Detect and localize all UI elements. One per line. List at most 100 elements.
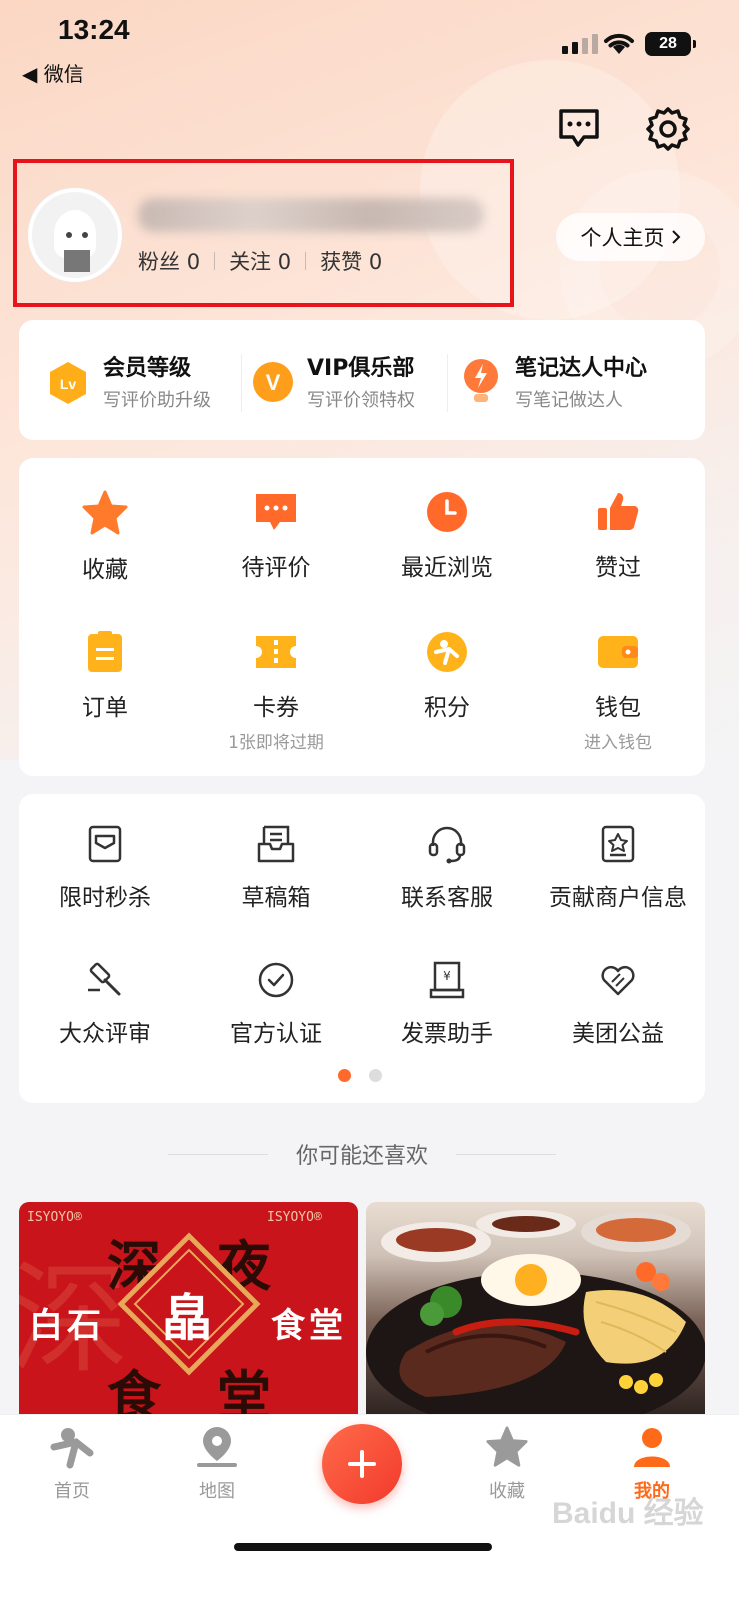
homepage-label: 个人主页 [580, 226, 665, 250]
settings-gear-icon[interactable] [644, 105, 692, 153]
clock-icon [427, 492, 467, 532]
tab-label: 地图 [199, 1481, 235, 1502]
member-level-item[interactable]: Lv 会员等级 写评价助升级 [47, 350, 247, 420]
grid-label: 收藏 [82, 557, 128, 583]
tab-label: 首页 [54, 1481, 90, 1502]
invoice-icon: ¥ [429, 961, 465, 999]
lightbulb-badge-icon [464, 359, 498, 402]
grid-item-drafts[interactable]: 草稿箱 [190, 824, 362, 912]
grid-item-flash-sale[interactable]: 限时秒杀 [19, 824, 191, 912]
grid-label: 限时秒杀 [59, 885, 151, 911]
back-to-wechat[interactable]: ◀ 微信 [22, 58, 84, 87]
wallet-entry-note: 进入钱包 [584, 733, 652, 753]
vip-subtitle: 写笔记做达人 [515, 390, 623, 411]
vip-badge-icon: V [253, 362, 293, 402]
tab-favorites[interactable]: 收藏 [457, 1425, 557, 1503]
homepage-button[interactable]: 个人主页 [556, 213, 705, 261]
page-indicator [338, 1069, 382, 1082]
page-dot[interactable] [369, 1069, 382, 1082]
services-card: 限时秒杀 草稿箱 联系客服 贡献商户信息 大众评审 官方认证 ¥ 发票助手 美团… [19, 794, 705, 1103]
membership-card: Lv 会员等级 写评价助升级 V VIP俱乐部 写评价领特权 笔记达人中心 写笔… [19, 320, 705, 440]
recommend-card-restaurant[interactable]: 深 ISYOYO® ISYOYO® 深 夜 皛 白 石 食 堂 食 堂 [19, 1202, 358, 1417]
home-mascot-icon [50, 1428, 94, 1469]
grid-label: 草稿箱 [241, 885, 311, 911]
battery-indicator: 28 [645, 32, 696, 56]
svg-text:V: V [266, 370, 281, 395]
vip-subtitle: 写评价助升级 [103, 390, 211, 411]
grid-label: 赞过 [595, 555, 641, 581]
wallet-icon [598, 636, 638, 668]
grid-label: 联系客服 [401, 885, 493, 911]
grid-label: 卡券 [253, 695, 299, 721]
grid-item-pending-review[interactable]: 待评价 [190, 490, 362, 582]
vip-club-item[interactable]: V VIP俱乐部 写评价领特权 [251, 350, 451, 420]
grid-item-liked[interactable]: 赞过 [532, 490, 704, 582]
svg-text:¥: ¥ [443, 969, 451, 983]
star-tab-icon [486, 1426, 528, 1467]
poster-char: 食 [107, 1364, 161, 1417]
headset-icon [428, 826, 466, 864]
poster-center-char: 皛 [162, 1288, 212, 1347]
watermark: Baidu 经验 [552, 1497, 704, 1530]
merchant-info-icon [601, 825, 635, 863]
tab-map[interactable]: 地图 [167, 1425, 267, 1503]
tab-label: 收藏 [489, 1481, 525, 1502]
grid-item-favorites[interactable]: 收藏 [19, 490, 191, 584]
thumbs-up-icon [598, 493, 639, 530]
coupon-icon [256, 636, 296, 668]
tab-home[interactable]: 首页 [22, 1425, 122, 1503]
divider [241, 354, 242, 412]
order-icon [88, 631, 122, 672]
grid-label: 订单 [82, 695, 128, 721]
drafts-icon [257, 825, 295, 863]
grid-item-customer-service[interactable]: 联系客服 [361, 824, 533, 912]
wifi-icon [604, 33, 634, 54]
status-bar: 13:24 ◀ 微信 28 [0, 0, 739, 90]
grid-item-invoice[interactable]: ¥ 发票助手 [361, 960, 533, 1048]
vip-title: 笔记达人中心 [515, 356, 648, 381]
message-icon[interactable] [556, 105, 602, 151]
grid-label: 最近浏览 [401, 555, 493, 581]
star-icon [82, 490, 128, 535]
grid-label: 待评价 [241, 555, 311, 581]
grid-item-merchant-info[interactable]: 贡献商户信息 [532, 824, 704, 912]
poster-char: 堂 [217, 1364, 271, 1417]
grid-item-points[interactable]: 积分 [361, 630, 533, 722]
page-dot-active[interactable] [338, 1069, 351, 1082]
grid-item-public-review[interactable]: 大众评审 [19, 960, 191, 1048]
profile-icon [634, 1428, 670, 1467]
grid-label: 大众评审 [59, 1021, 151, 1047]
grid-item-charity[interactable]: 美团公益 [532, 960, 704, 1048]
comment-icon [256, 494, 296, 530]
verified-icon [258, 962, 294, 998]
highlight-box [13, 159, 514, 307]
grid-label: 官方认证 [230, 1021, 322, 1047]
quick-access-card: 收藏 待评价 最近浏览 赞过 订单 卡券 1张即将过期 积分 钱包 进入钱包 [19, 458, 705, 776]
grid-label: 积分 [424, 695, 470, 721]
map-pin-icon [197, 1427, 237, 1467]
grid-label: 钱包 [595, 695, 641, 721]
gavel-icon [88, 962, 121, 996]
home-indicator[interactable] [234, 1543, 492, 1551]
flash-sale-icon [88, 825, 122, 863]
vip-title: 会员等级 [103, 356, 192, 381]
points-icon [427, 632, 467, 672]
status-time: 13:24 [58, 14, 130, 45]
grid-label: 美团公益 [572, 1021, 664, 1047]
grid-item-coupons[interactable]: 卡券 1张即将过期 [190, 630, 362, 753]
divider [447, 354, 448, 412]
note-center-item[interactable]: 笔记达人中心 写笔记做达人 [461, 350, 701, 420]
divider [456, 1154, 556, 1155]
grid-item-orders[interactable]: 订单 [19, 630, 191, 722]
poster-brand: ISYOYO® [267, 1210, 322, 1225]
coupon-expiry-note: 1张即将过期 [228, 733, 324, 753]
poster-side-char: 食 [271, 1306, 305, 1346]
grid-item-recent[interactable]: 最近浏览 [361, 490, 533, 582]
grid-item-wallet[interactable]: 钱包 进入钱包 [532, 630, 704, 753]
grid-item-official-verification[interactable]: 官方认证 [190, 960, 362, 1048]
poster-side-char: 堂 [309, 1306, 343, 1346]
poster-side-char: 白 [29, 1306, 63, 1346]
recommend-card-steak[interactable] [366, 1202, 705, 1417]
grid-label: 发票助手 [401, 1021, 493, 1047]
add-post-button[interactable] [322, 1424, 402, 1504]
